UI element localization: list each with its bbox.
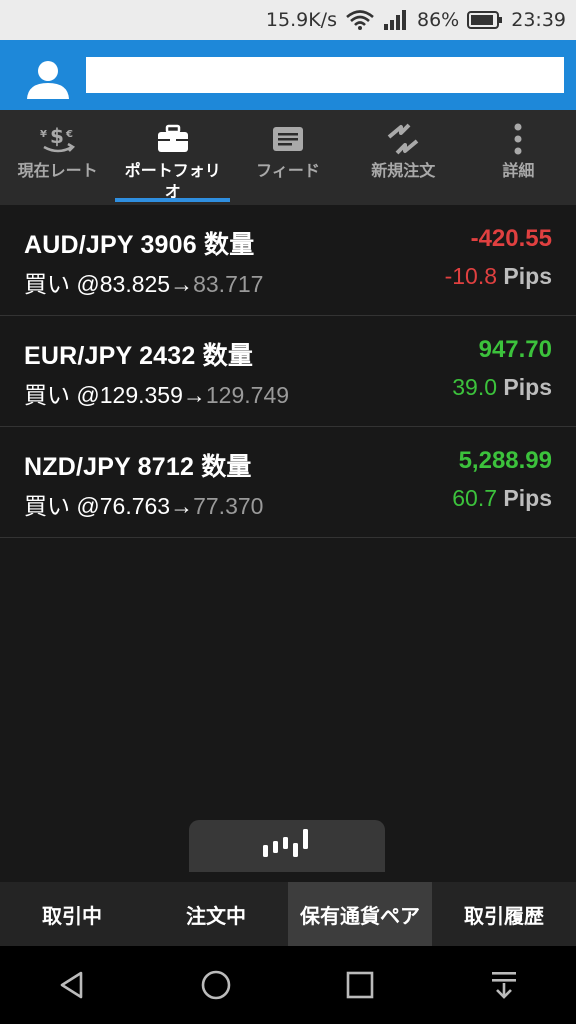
chart-bars-icon xyxy=(261,827,313,865)
tab-label: 詳細 xyxy=(502,161,535,180)
system-nav-bar xyxy=(0,946,576,1024)
currency-exchange-icon: ¥ $ € xyxy=(38,122,78,156)
position-row-nzd-jpy[interactable]: NZD/JPY 8712 数量 買い @76.763→77.370 5,288.… xyxy=(0,427,576,538)
pips-unit: Pips xyxy=(503,374,552,400)
pips-unit: Pips xyxy=(503,263,552,289)
tab-trade-history[interactable]: 取引履歴 xyxy=(432,882,576,946)
svg-text:$: $ xyxy=(50,124,64,148)
main-tab-bar: ¥ $ € 現在レート ポートフォリオ フィード 新規注文 詳細 xyxy=(0,110,576,205)
tab-label: 新規注文 xyxy=(371,161,436,180)
position-pair: NZD/JPY 8712 数量 xyxy=(24,453,252,481)
profit-loss: -420.55 xyxy=(470,225,552,252)
tab-details[interactable]: 詳細 xyxy=(461,110,576,205)
pips-unit: Pips xyxy=(503,485,552,511)
tab-label: フィード xyxy=(256,161,320,180)
position-detail: 買い @76.763→77.370 xyxy=(24,487,263,521)
tab-portfolio[interactable]: ポートフォリオ xyxy=(115,110,231,205)
position-row-aud-jpy[interactable]: AUD/JPY 3906 数量 買い @83.825→83.717 -420.5… xyxy=(0,205,576,316)
signal-icon xyxy=(383,9,409,31)
pips-change: 39.0 Pips xyxy=(452,374,552,401)
bottom-tab-bar: 取引中 注文中 保有通貨ペア 取引履歴 xyxy=(0,882,576,946)
tab-label: 現在レート xyxy=(17,161,98,180)
recents-icon[interactable] xyxy=(330,955,390,1015)
back-icon[interactable] xyxy=(42,955,102,1015)
tab-pending-orders[interactable]: 注文中 xyxy=(144,882,288,946)
position-detail: 買い @83.825→83.717 xyxy=(24,265,263,299)
user-icon[interactable] xyxy=(24,51,72,99)
position-side: 買い xyxy=(24,382,70,408)
pips-value: 39.0 xyxy=(452,374,498,400)
current-price: 77.370 xyxy=(193,493,264,519)
clock: 23:39 xyxy=(511,9,566,31)
pips-value: -10.8 xyxy=(444,263,498,289)
profit-loss: 947.70 xyxy=(478,336,552,363)
position-row-eur-jpy[interactable]: EUR/JPY 2432 数量 買い @129.359→129.749 947.… xyxy=(0,316,576,427)
home-icon[interactable] xyxy=(186,955,246,1015)
feed-icon xyxy=(271,122,305,156)
active-tab-indicator xyxy=(115,198,231,202)
battery-icon xyxy=(467,10,503,30)
position-pair: EUR/JPY 2432 数量 xyxy=(24,342,254,370)
position-side: 買い xyxy=(24,493,70,519)
tab-current-rates[interactable]: ¥ $ € 現在レート xyxy=(0,110,115,205)
battery-percent: 86% xyxy=(417,9,460,31)
open-price: @76.763→ xyxy=(76,493,194,519)
tab-label: ポートフォリオ xyxy=(124,161,221,201)
app-header xyxy=(0,40,576,110)
position-detail: 買い @129.359→129.749 xyxy=(24,376,289,410)
chart-drawer-handle[interactable] xyxy=(189,820,385,872)
tab-open-trades[interactable]: 取引中 xyxy=(0,882,144,946)
position-pair: AUD/JPY 3906 数量 xyxy=(24,231,255,259)
open-price: @129.359→ xyxy=(76,382,206,408)
new-order-icon xyxy=(385,122,421,156)
tab-held-pairs[interactable]: 保有通貨ペア xyxy=(288,882,432,946)
current-price: 129.749 xyxy=(205,382,290,408)
current-price: 83.717 xyxy=(193,271,264,297)
wifi-icon xyxy=(345,9,375,31)
notification-pull-icon[interactable] xyxy=(474,955,534,1015)
open-price: @83.825→ xyxy=(76,271,194,297)
positions-list: AUD/JPY 3906 数量 買い @83.825→83.717 -420.5… xyxy=(0,205,576,538)
svg-text:€: € xyxy=(65,129,73,140)
tab-new-order[interactable]: 新規注文 xyxy=(346,110,461,205)
pips-change: -10.8 Pips xyxy=(445,263,552,290)
svg-text:¥: ¥ xyxy=(40,129,47,140)
position-side: 買い xyxy=(24,271,70,297)
network-speed: 15.9K/s xyxy=(265,9,337,31)
briefcase-icon xyxy=(156,122,190,156)
pips-change: 60.7 Pips xyxy=(452,485,552,512)
more-vertical-icon xyxy=(511,122,525,156)
account-name-field[interactable] xyxy=(86,57,564,93)
pips-value: 60.7 xyxy=(452,485,498,511)
tab-feed[interactable]: フィード xyxy=(230,110,345,205)
profit-loss: 5,288.99 xyxy=(458,447,552,474)
status-bar: 15.9K/s 86% 23:39 xyxy=(0,0,576,40)
